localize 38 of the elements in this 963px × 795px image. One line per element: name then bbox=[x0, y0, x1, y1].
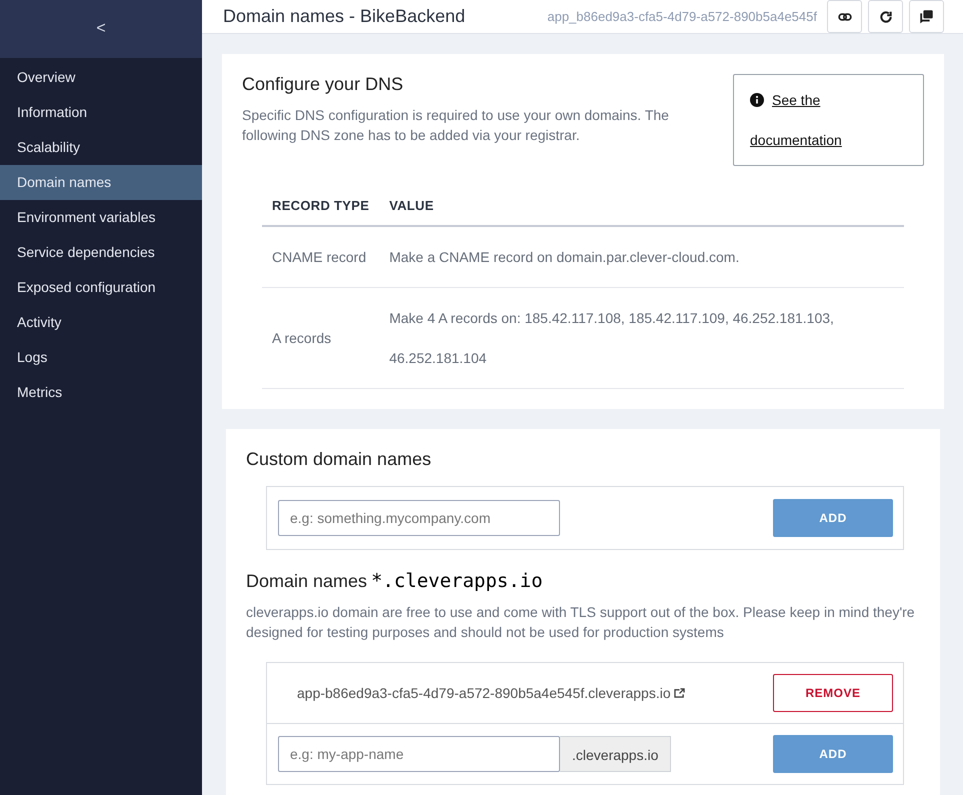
section-title: Configure your DNS bbox=[242, 74, 404, 95]
link-button[interactable] bbox=[827, 0, 862, 33]
section-title: Custom domain names bbox=[246, 449, 432, 470]
table-cell: Make a CNAME record on domain.par.clever-cloud.com. bbox=[379, 226, 904, 288]
sidebar-item[interactable]: Service dependencies bbox=[0, 235, 202, 270]
sidebar-item[interactable]: Metrics bbox=[0, 375, 202, 410]
refresh-button[interactable] bbox=[868, 0, 903, 33]
refresh-icon bbox=[878, 10, 892, 24]
domain-pattern: *.cleverapps.io bbox=[371, 570, 543, 592]
sidebar-item[interactable]: Environment variables bbox=[0, 200, 202, 235]
domain-link[interactable]: app-b86ed9a3-cfa5-4d79-a572-890b5a4e545f.cleverapps.io bbox=[297, 685, 671, 701]
table-cell: A records bbox=[262, 288, 380, 388]
sidebar-item[interactable]: Domain names bbox=[0, 165, 202, 200]
column-header: RECORD TYPE bbox=[262, 186, 380, 226]
chat-icon bbox=[919, 9, 934, 24]
app-id: app_b86ed9a3-cfa5-4d79-a572-890b5a4e545f bbox=[547, 9, 817, 24]
remove-button[interactable]: REMOVE bbox=[773, 674, 893, 712]
back-button[interactable]: < bbox=[88, 16, 114, 42]
section-description: Specific DNS configuration is required to use your own domains. The following DNS zone has to be added via your registrar. bbox=[242, 106, 670, 145]
sidebar-item[interactable]: Logs bbox=[0, 340, 202, 375]
sidebar-item[interactable]: Activity bbox=[0, 305, 202, 340]
page-title: Domain names - BikeBackend bbox=[223, 6, 466, 27]
external-link-icon bbox=[674, 688, 685, 698]
section-description: cleverapps.io domain are free to use and come with TLS support out of the box. Please keep in mind they're designed for testing purposes and should not be used for production systems bbox=[246, 603, 916, 642]
sidebar-item[interactable]: Overview bbox=[0, 60, 202, 95]
domain-input[interactable]: e.g: something.mycompany.com bbox=[278, 500, 560, 536]
table-cell: Make 4 A records on: 185.42.117.108, 185.42.117.109, 46.252.181.103, 46.252.181.104 bbox=[379, 288, 904, 388]
documentation-link[interactable]: See the documentation bbox=[750, 80, 907, 160]
section-title: Domain names bbox=[246, 571, 368, 592]
chat-button[interactable] bbox=[909, 0, 944, 33]
domain-suffix: .cleverapps.io bbox=[560, 736, 672, 772]
info-icon bbox=[750, 93, 764, 107]
sidebar-item[interactable]: Information bbox=[0, 95, 202, 130]
column-header: VALUE bbox=[379, 186, 904, 226]
sidebar-item[interactable]: Scalability bbox=[0, 130, 202, 165]
sidebar-item[interactable]: Exposed configuration bbox=[0, 270, 202, 305]
app-name-input[interactable]: e.g: my-app-name bbox=[278, 736, 560, 772]
table-cell: CNAME record bbox=[262, 226, 380, 288]
